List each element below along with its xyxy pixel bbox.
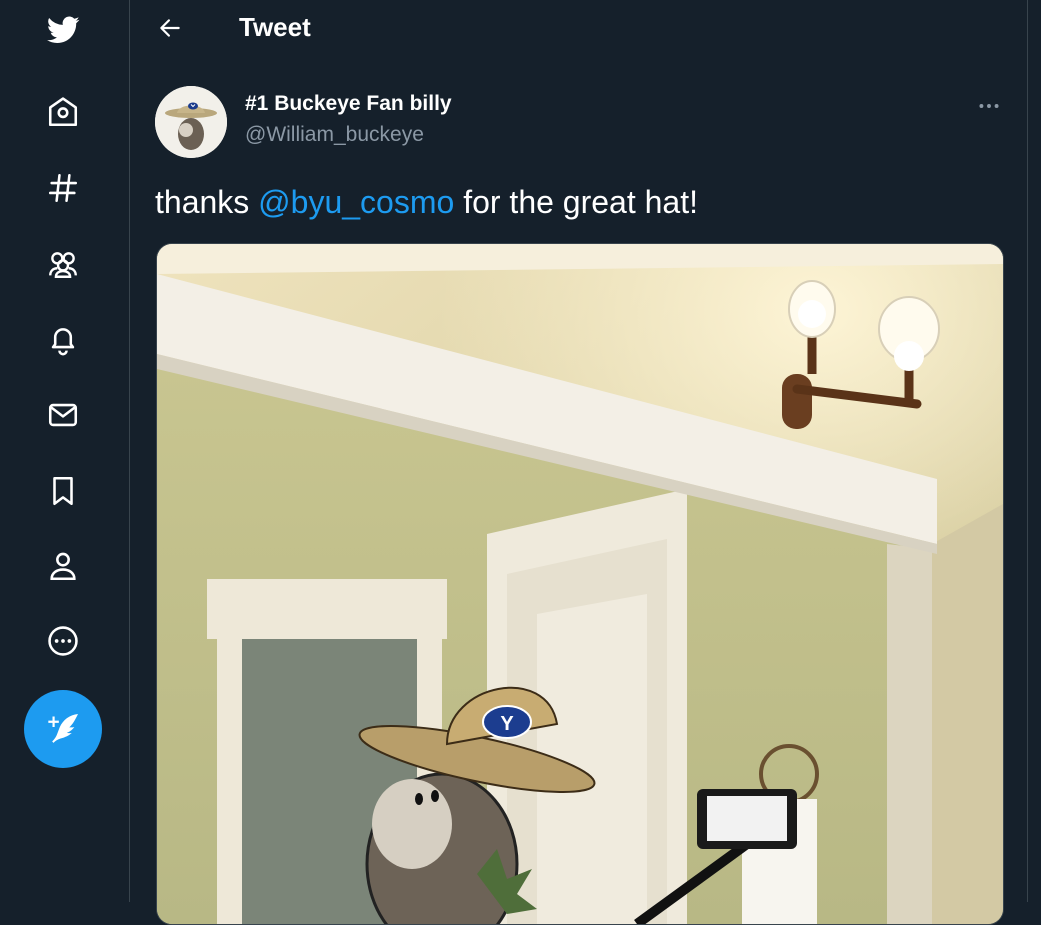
page-title: Tweet — [239, 12, 311, 42]
compose-feather-icon — [48, 714, 78, 743]
main-column: Tweet #1 Buckeye Fan billy @William_buck… — [130, 0, 1028, 925]
author-handle[interactable]: @William_buckeye — [245, 123, 424, 147]
bookmark-icon[interactable] — [39, 467, 87, 515]
tweet-text-before: thanks — [155, 184, 259, 220]
compose-tweet-button[interactable] — [24, 690, 102, 768]
ellipsis-icon — [979, 104, 999, 108]
avatar-image — [155, 86, 227, 158]
tweet-more-button[interactable] — [973, 90, 1005, 122]
communities-icon[interactable] — [39, 240, 87, 288]
arrow-left-icon — [160, 19, 180, 37]
sidebar-nav — [0, 0, 130, 902]
mention-link[interactable]: @byu_cosmo — [258, 184, 454, 220]
mail-icon[interactable] — [39, 391, 87, 439]
back-button[interactable] — [152, 10, 188, 46]
twitter-logo-icon[interactable] — [39, 6, 87, 54]
tweet-text: thanks @byu_cosmo for the great hat! — [155, 184, 698, 221]
hat-logo-text: Y — [500, 713, 514, 735]
avatar[interactable] — [155, 86, 227, 158]
bathroom-mirror-photo: Y — [157, 244, 1003, 924]
author-display-name[interactable]: #1 Buckeye Fan billy — [245, 92, 452, 116]
hashtag-icon[interactable] — [39, 164, 87, 212]
person-icon[interactable] — [39, 542, 87, 590]
more-circle-icon[interactable] — [39, 617, 87, 665]
tweet-media-photo[interactable]: Y — [156, 243, 1004, 925]
tweet-text-after: for the great hat! — [454, 184, 698, 220]
page-header: Tweet — [130, 0, 1027, 57]
bell-icon[interactable] — [39, 316, 87, 364]
home-icon[interactable] — [39, 88, 87, 136]
